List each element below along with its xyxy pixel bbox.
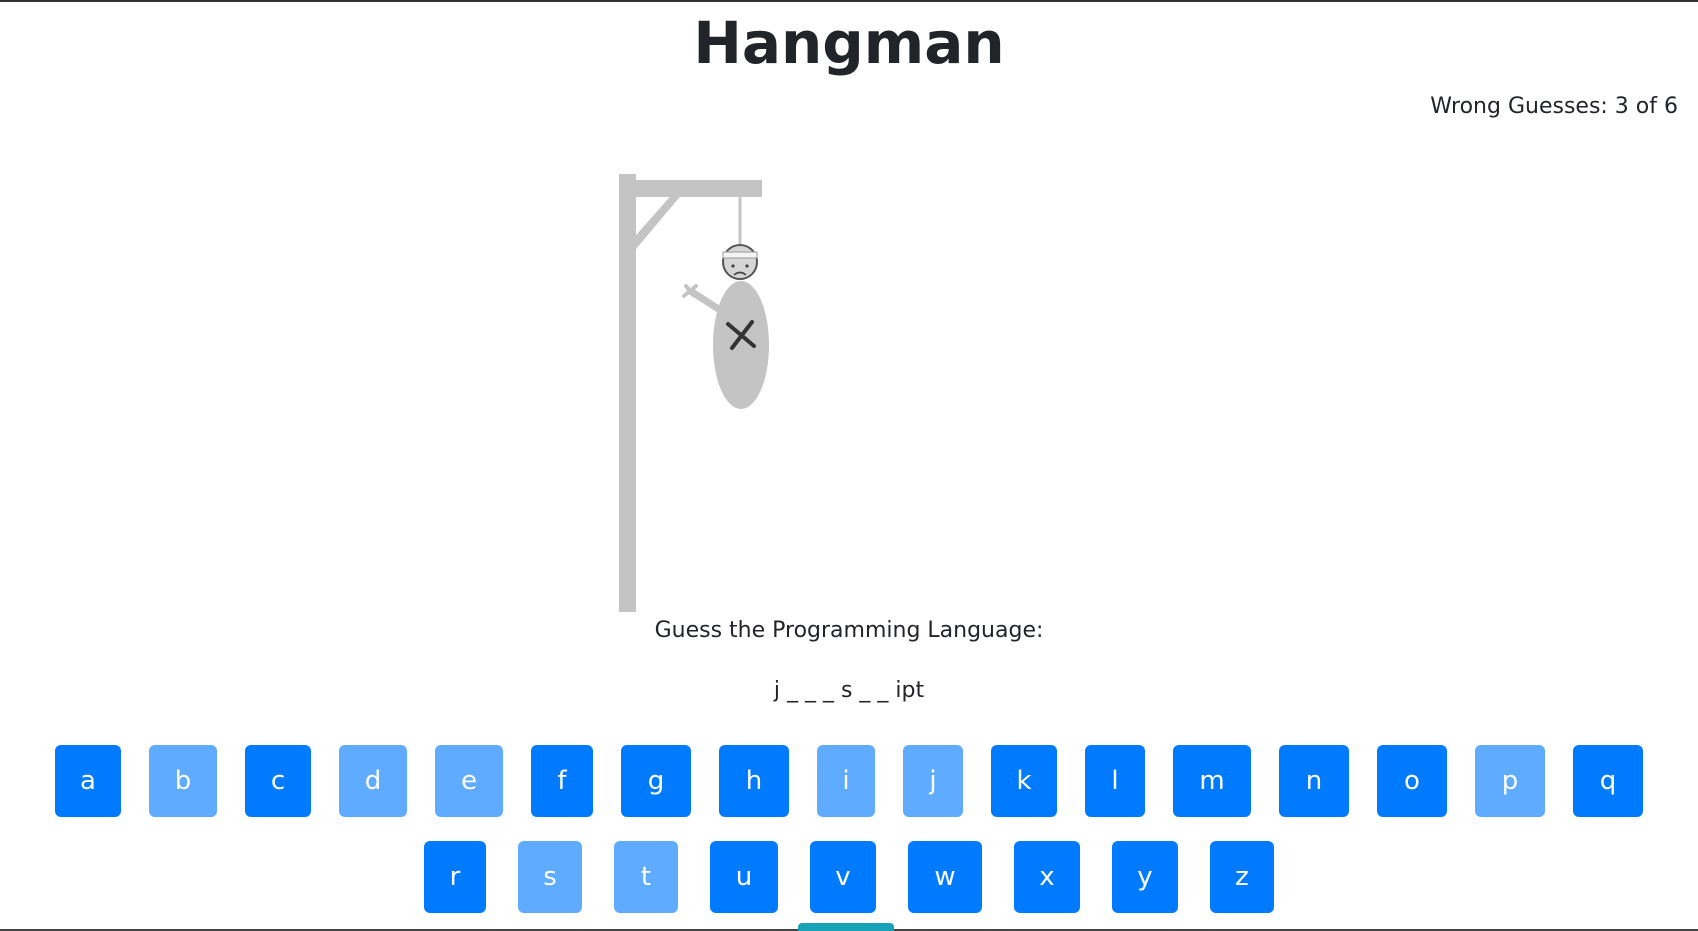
key-f[interactable]: f	[531, 745, 593, 817]
prompt-label: Guess the Programming Language:	[654, 618, 1044, 643]
key-s: s	[518, 841, 582, 913]
key-y[interactable]: y	[1112, 841, 1178, 913]
word-display: j _ _ _ s _ _ ipt	[773, 678, 925, 703]
hanged-man	[682, 244, 769, 409]
key-i: i	[817, 745, 875, 817]
key-h[interactable]: h	[719, 745, 789, 817]
key-m[interactable]: m	[1173, 745, 1251, 817]
head	[722, 244, 758, 280]
hangman-drawing	[619, 174, 769, 612]
bandaged-arm	[682, 284, 724, 314]
key-a[interactable]: a	[55, 745, 121, 817]
keyboard-row-2: rstuvwxyz	[0, 841, 1698, 913]
key-v[interactable]: v	[810, 841, 876, 913]
key-k[interactable]: k	[991, 745, 1057, 817]
key-d: d	[339, 745, 407, 817]
key-q[interactable]: q	[1573, 745, 1643, 817]
key-p: p	[1475, 745, 1545, 817]
key-u[interactable]: u	[710, 841, 778, 913]
key-n[interactable]: n	[1279, 745, 1349, 817]
body	[713, 281, 769, 409]
key-b: b	[149, 745, 217, 817]
key-j: j	[903, 745, 963, 817]
key-e: e	[435, 745, 503, 817]
key-x[interactable]: x	[1014, 841, 1080, 913]
key-o[interactable]: o	[1377, 745, 1447, 817]
key-c[interactable]: c	[245, 745, 311, 817]
bottom-tab-indicator[interactable]	[798, 923, 894, 931]
key-z[interactable]: z	[1210, 841, 1274, 913]
key-l[interactable]: l	[1085, 745, 1145, 817]
key-w[interactable]: w	[908, 841, 982, 913]
page-title: Hangman	[693, 9, 1005, 77]
keyboard-row-1: abcdefghijklmnopq	[0, 745, 1698, 817]
wrong-guesses-counter: Wrong Guesses: 3 of 6	[1430, 94, 1678, 119]
key-r[interactable]: r	[424, 841, 486, 913]
key-g[interactable]: g	[621, 745, 691, 817]
key-t: t	[614, 841, 678, 913]
gallows-beam	[619, 180, 762, 197]
gallows-brace	[630, 192, 684, 256]
